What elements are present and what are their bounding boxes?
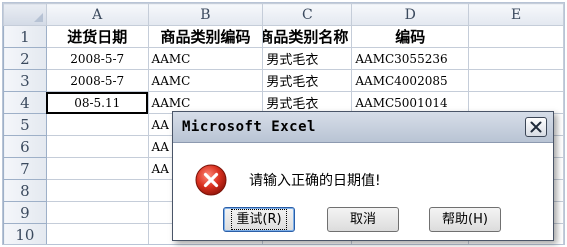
- retry-button[interactable]: 重试(R): [223, 207, 295, 232]
- cell-a1[interactable]: 进货日期: [45, 25, 149, 48]
- cancel-button[interactable]: 取消: [327, 207, 399, 232]
- error-x-icon: [195, 164, 227, 196]
- cell-e2[interactable]: [468, 47, 564, 70]
- close-icon: [530, 121, 542, 133]
- cell-d1[interactable]: 编码: [351, 25, 470, 48]
- row-header[interactable]: 7: [3, 157, 47, 180]
- cell-d2[interactable]: AAMC3055236: [351, 47, 470, 70]
- column-header-a[interactable]: A: [45, 3, 149, 26]
- cell-a3[interactable]: 2008-5-7: [45, 69, 149, 92]
- row-header[interactable]: 10: [3, 223, 47, 244]
- cell-e1[interactable]: [468, 25, 564, 48]
- dialog-body: 请输入正确的日期值! 重试(R) 取消 帮助(H): [173, 143, 553, 240]
- cell-c2[interactable]: 男式毛衣: [262, 47, 353, 70]
- close-button[interactable]: [525, 117, 547, 137]
- row-header[interactable]: 2: [3, 47, 47, 70]
- cell-c1[interactable]: 商品类别名称: [262, 25, 353, 48]
- dialog-titlebar[interactable]: Microsoft Excel: [173, 112, 553, 143]
- cell-e3[interactable]: [468, 69, 564, 92]
- cell-b3[interactable]: AAMC: [147, 69, 264, 92]
- cancel-button-label: 取消: [349, 212, 376, 227]
- retry-button-label: 重试(R): [231, 209, 287, 230]
- cell-a5[interactable]: [45, 113, 149, 136]
- row-header[interactable]: 6: [3, 135, 47, 158]
- column-header-e[interactable]: E: [468, 3, 564, 26]
- dialog-title: Microsoft Excel: [182, 119, 316, 135]
- select-all-corner[interactable]: [3, 3, 47, 26]
- row-header[interactable]: 4: [3, 91, 47, 114]
- cell-d3[interactable]: AAMC4002085: [351, 69, 470, 92]
- cell-b1[interactable]: 商品类别编码: [147, 25, 264, 48]
- cell-a9[interactable]: [45, 201, 149, 224]
- column-header-b[interactable]: B: [147, 3, 264, 26]
- cell-a8[interactable]: [45, 179, 149, 202]
- cell-a6[interactable]: [45, 135, 149, 158]
- row-header[interactable]: 1: [3, 25, 47, 48]
- help-button[interactable]: 帮助(H): [429, 207, 501, 232]
- row-header[interactable]: 3: [3, 69, 47, 92]
- row-header[interactable]: 5: [3, 113, 47, 136]
- cell-a4-active[interactable]: 08-5.11: [45, 91, 149, 114]
- column-header-d[interactable]: D: [351, 3, 470, 26]
- cell-a10[interactable]: [45, 223, 149, 244]
- cell-a2[interactable]: 2008-5-7: [45, 47, 149, 70]
- row-header[interactable]: 8: [3, 179, 47, 202]
- cell-c3[interactable]: 男式毛衣: [262, 69, 353, 92]
- cell-b2[interactable]: AAMC: [147, 47, 264, 70]
- error-dialog: Microsoft Excel 请输入正确的日期值! 重试(R) 取消 帮助(H…: [172, 111, 554, 241]
- row-header[interactable]: 9: [3, 201, 47, 224]
- help-button-label: 帮助(H): [442, 212, 488, 227]
- column-header-c[interactable]: C: [262, 3, 353, 26]
- error-message: 请输入正确的日期值!: [249, 173, 381, 189]
- cell-a7[interactable]: [45, 157, 149, 180]
